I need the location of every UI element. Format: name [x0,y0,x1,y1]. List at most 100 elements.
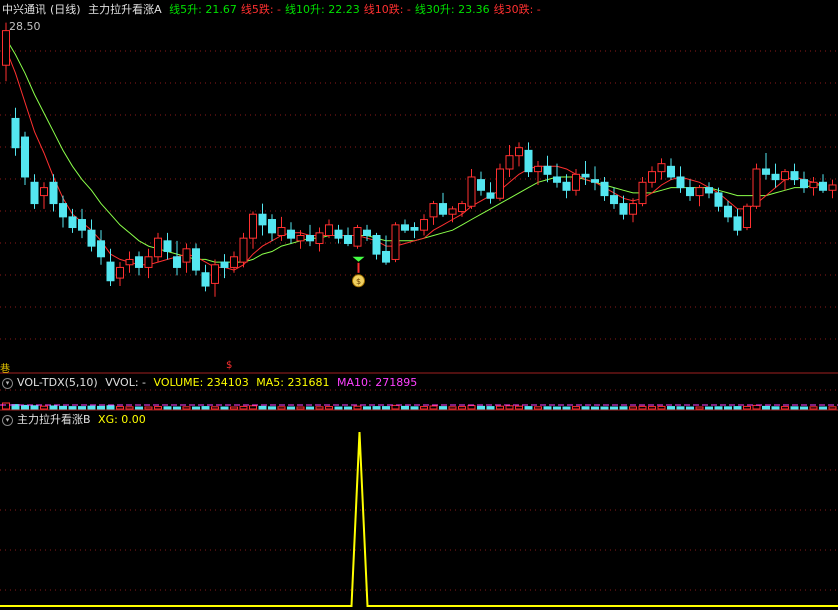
volume-bar [182,406,191,410]
volume-bar [382,406,390,410]
volume-bar [201,406,210,410]
volume-bar [448,406,457,410]
volume-bar [534,406,542,410]
indicator-name[interactable]: 主力拉升看涨A [88,3,162,16]
candle-body [192,248,200,271]
volume-bar [420,406,428,410]
volume-bar [543,406,552,410]
volume-bar [743,405,751,410]
volume-bar [353,405,362,410]
candle-body [277,227,286,237]
volume-bar [600,406,609,410]
candle-body [429,203,438,218]
volume-bar [752,404,761,410]
volume-bar [277,406,286,410]
candle-body [515,147,523,157]
candle-body [268,219,276,234]
candle-body [809,181,818,189]
candle-body [410,227,419,231]
volume-bar [505,405,514,410]
volume-bar [401,405,409,410]
candle-body [800,179,808,189]
volume-bar [192,406,200,410]
settings-circle-icon[interactable]: ▾ [2,414,13,426]
volume-bar [125,406,134,410]
volume-bar [790,406,799,410]
candle-body [306,235,314,242]
volume-bar [724,406,732,410]
volume-bar [733,406,742,410]
candle-body [762,168,770,175]
candle-body [420,219,428,231]
volume-bar [163,406,172,410]
main-header: 中兴通讯 (日线) 主力拉升看涨A 线5升: 21.67 线5跌: - 线10升: 2… [2,2,549,17]
volume-bar [220,406,229,410]
volume-bar [686,406,694,410]
candle-body [752,168,761,207]
volume-bar [705,406,713,410]
settings-circle-icon[interactable]: ▾ [2,377,13,389]
volume-bar [467,405,476,410]
volume-bar [695,406,704,410]
candle-body [382,250,390,263]
candle-body [743,205,751,229]
volume-bar [458,406,466,410]
xg-name[interactable]: 主力拉升看涨B [17,413,91,426]
left-marker: 巷 [0,364,10,375]
candle-body [144,256,153,268]
candle-body [182,248,191,263]
indicator-values: 线5升: 21.67 线5跌: - 线10升: 22.23 线10跌: - 线30升: … [169,3,545,16]
candle-body [781,171,789,181]
volume-bar [581,406,590,410]
candle-body [220,261,229,268]
volume-bar [78,406,86,410]
candle-body [334,229,343,239]
candle-body [695,187,704,197]
candle-body [629,203,637,215]
dollar-marker: $ [226,360,233,371]
ma10-value: MA10: 271895 [337,376,418,389]
candle-body [543,165,552,175]
volume-bar [2,402,10,410]
volume-bar [619,406,628,410]
volume-bar [391,404,400,410]
volume-bar [638,405,647,410]
candle-body [467,176,476,207]
signal-marker: $ [352,256,365,288]
candle-body [638,181,647,205]
candle-body [477,179,485,191]
candle-body [458,203,466,213]
volume-bar [334,406,343,410]
candle-body [771,173,780,181]
volume-bar [249,405,257,410]
volume-bar [762,405,770,410]
candle-body [78,219,86,231]
volume-bar [296,406,305,410]
candle-body [705,187,713,194]
candle-body [201,272,210,287]
volume-bar [477,405,485,410]
volume-value: VOLUME: 234103 [153,376,249,389]
candle-body [686,187,694,197]
candle-body [2,30,10,66]
candle-body [353,227,362,247]
candle-body [325,224,333,237]
indicator-item: 线5跌: - [240,3,281,16]
volume-bars [0,402,838,410]
stock-name[interactable]: 中兴通讯 [2,3,46,16]
vol-name[interactable]: VOL-TDX(5,10) [17,376,98,389]
candle-body [173,256,181,268]
volume-bar [344,406,352,410]
candle-body [230,256,238,268]
vvol-value: VVOL: - [105,376,147,389]
volume-bar [40,405,48,410]
volume-bar [572,406,580,410]
candle-body [87,229,96,247]
candle-body [581,173,590,178]
signal-arrow-icon [352,256,365,262]
candle-body [600,181,609,197]
volume-bar [553,406,561,410]
candle-body [363,229,371,237]
volume-bar [629,406,637,410]
candle-body [315,232,324,244]
